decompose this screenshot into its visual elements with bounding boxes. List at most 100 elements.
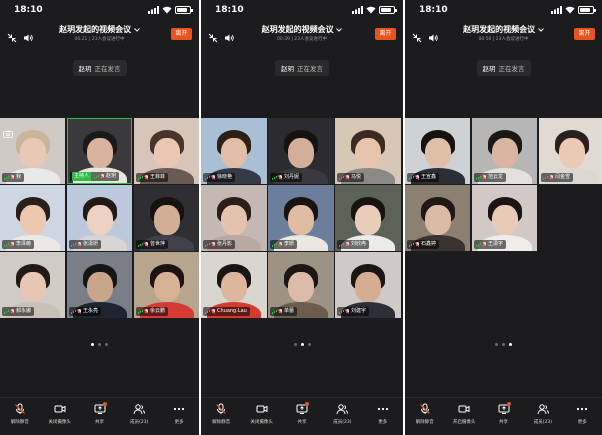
status-bar: 18:10	[201, 0, 403, 20]
participant-name: 石鑫婷	[421, 241, 437, 247]
participant-video-tile[interactable]: 李妍	[268, 185, 334, 251]
active-speaker-name: 赵玥	[78, 65, 92, 73]
mic-muted-icon	[345, 174, 350, 181]
network-signal-icon	[4, 309, 9, 314]
page-dot[interactable]	[300, 343, 304, 346]
participant-video-tile[interactable]: 张潇妍	[67, 185, 132, 251]
meeting-panel-1: 18:10 赵玥发起的视频会议 00:21 | 23人会议进行中 离开 赵玥 正在发言我…	[0, 0, 199, 435]
active-speaker-indicator: 赵玥 正在发言	[275, 60, 329, 76]
toolbar-button-label: 关闭摄像头	[250, 420, 273, 425]
wifi-icon	[366, 5, 376, 14]
participant-name: 余云鹏	[150, 308, 166, 314]
participant-video-tile[interactable]: 主持人 赵玥	[67, 118, 132, 184]
participant-video-tile[interactable]: 范云龙	[472, 118, 537, 184]
mic-muted-icon	[77, 308, 82, 315]
camera-button[interactable]: 关闭摄像头	[43, 403, 77, 425]
participant-video-tile[interactable]: 刘丹妮	[268, 118, 334, 184]
camera-icon	[43, 403, 77, 415]
participant-name: 李妍	[284, 241, 295, 247]
page-dot[interactable]	[509, 343, 512, 346]
participant-face	[221, 137, 247, 168]
participant-video-tile[interactable]: 郝永娜	[0, 252, 65, 318]
participant-video-tile[interactable]: 王宣鑫	[405, 118, 470, 184]
chevron-down-icon	[131, 25, 140, 34]
participant-video-tile[interactable]: 我	[0, 118, 65, 184]
network-signal-icon	[339, 242, 344, 247]
participant-video-tile[interactable]: 石鑫婷	[405, 185, 470, 251]
meeting-title[interactable]: 赵玥发起的视频会议	[0, 24, 199, 35]
participant-video-tile[interactable]: 刘欣冉	[335, 185, 401, 251]
participant-name: 范云龙	[488, 174, 504, 180]
members-button[interactable]: 成员(23)	[526, 403, 560, 425]
mic-muted-icon	[415, 174, 420, 181]
share-button[interactable]: 共享	[83, 402, 117, 425]
participant-name: 王永亮	[83, 308, 99, 314]
mic-muted-icon	[482, 174, 487, 181]
more-button[interactable]: 更多	[565, 403, 599, 425]
participant-video-tile[interactable]: 马悦	[335, 118, 401, 184]
participant-name: 刘建宇	[351, 308, 367, 314]
network-signal-icon	[4, 175, 9, 180]
mic-muted-button[interactable]: 解除静音	[3, 403, 37, 425]
meeting-toolbar: 解除静音 开启摄像头 共享 成员(23) 更多	[405, 397, 602, 435]
leave-button[interactable]: 离开	[574, 28, 595, 40]
more-button[interactable]: 更多	[366, 403, 400, 425]
participant-video-tile[interactable]: 李泽薇	[0, 185, 65, 251]
network-signal-icon	[71, 242, 76, 247]
meeting-title[interactable]: 赵玥发起的视频会议	[405, 24, 602, 35]
page-dot[interactable]	[495, 343, 498, 346]
participant-video-tile[interactable]: 张丹影	[201, 185, 267, 251]
participant-video-tile[interactable]: 王永亮	[67, 252, 132, 318]
active-speaker-name: 赵玥	[281, 65, 294, 73]
network-signal-icon	[409, 175, 414, 180]
participant-face	[288, 204, 314, 235]
network-signal-icon	[339, 175, 344, 180]
participant-video-tile[interactable]: 余云鹏	[134, 252, 199, 318]
meeting-title[interactable]: 赵玥发起的视频会议	[201, 24, 403, 35]
network-signal-icon	[138, 309, 143, 314]
participant-video-tile[interactable]: 单蕾	[268, 252, 334, 318]
participant-label: 余云鹏	[136, 307, 169, 316]
page-dot[interactable]	[307, 343, 311, 346]
page-dot[interactable]	[502, 343, 505, 346]
wifi-icon	[162, 5, 172, 14]
camera-button[interactable]: 开启摄像头	[447, 403, 481, 425]
mic-muted-icon	[211, 174, 216, 181]
page-dot[interactable]	[91, 343, 94, 346]
leave-button[interactable]: 离开	[171, 28, 192, 40]
host-badge: 主持人	[72, 172, 92, 181]
mic-muted-icon	[345, 241, 350, 248]
status-time: 18:10	[215, 5, 244, 15]
camera-button[interactable]: 关闭摄像头	[245, 403, 279, 425]
page-dot[interactable]	[105, 343, 108, 346]
mic-muted-icon	[100, 173, 105, 180]
leave-button[interactable]: 离开	[375, 28, 396, 40]
participant-video-tile[interactable]: 王潇宇	[472, 185, 537, 251]
participant-video-tile[interactable]: 王菲菲	[134, 118, 199, 184]
members-button[interactable]: 成员(23)	[325, 403, 359, 425]
participant-video-tile[interactable]: 刘建宇	[335, 252, 401, 318]
participant-label: 刘丹妮	[270, 173, 303, 182]
participant-video-tile[interactable]: 徐晓艳	[201, 118, 267, 184]
camera-icon	[245, 403, 279, 415]
participant-video-tile[interactable]: 闫金雪	[539, 118, 602, 184]
more-button[interactable]: 更多	[162, 403, 196, 425]
wifi-icon	[565, 5, 575, 14]
active-speaker-indicator: 赵玥 正在发言	[72, 60, 127, 76]
switch-camera-icon[interactable]	[3, 123, 13, 138]
mic-muted-button[interactable]: 解除静音	[408, 403, 442, 425]
members-icon	[122, 403, 156, 415]
share-button[interactable]: 共享	[285, 402, 319, 425]
network-signal-icon	[272, 309, 277, 314]
participant-label: 李妍	[270, 240, 298, 249]
participant-video-tile[interactable]: 曾世萍	[134, 185, 199, 251]
battery-icon	[379, 6, 397, 14]
participant-face	[355, 271, 381, 302]
page-dot[interactable]	[98, 343, 101, 346]
mic-muted-button[interactable]: 解除静音	[204, 403, 238, 425]
members-button[interactable]: 成员(23)	[122, 403, 156, 425]
page-dot[interactable]	[293, 343, 297, 346]
toolbar-button-label: 成员(23)	[333, 420, 352, 425]
participant-video-tile[interactable]: Chuang.Lau	[201, 252, 267, 318]
share-button[interactable]: 共享	[487, 402, 521, 425]
